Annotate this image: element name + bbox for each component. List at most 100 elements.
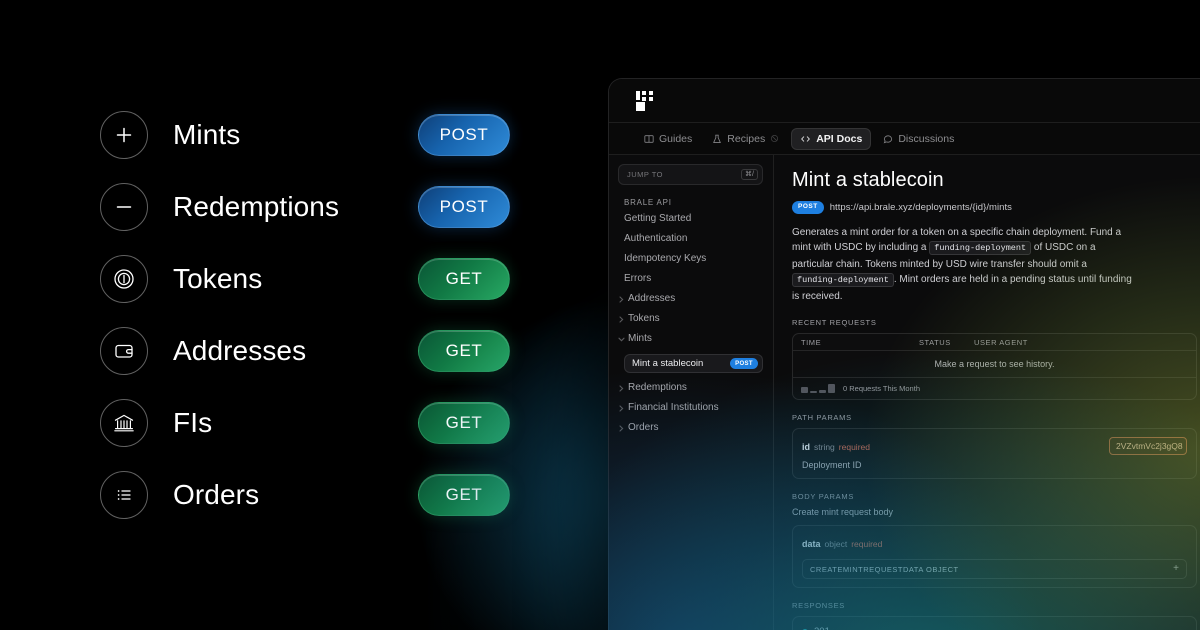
code-brackets-icon bbox=[800, 134, 811, 144]
jump-to-search[interactable]: JUMP TO ⌘/ bbox=[618, 164, 763, 185]
method-pill-post[interactable]: POST bbox=[418, 114, 510, 156]
create-mint-request-data-object[interactable]: CREATEMINTREQUESTDATA OBJECT + bbox=[802, 559, 1187, 579]
chevron-right-icon bbox=[618, 385, 625, 392]
response-code-row: 201 bbox=[802, 626, 846, 630]
sidebar-item-errors[interactable]: Errors bbox=[624, 274, 763, 284]
page-title: Mint a stablecoin bbox=[792, 169, 1197, 192]
sidebar-item-label: Redemptions bbox=[628, 383, 687, 393]
sidebar-item-label: Mints bbox=[628, 334, 652, 344]
tab-label: API Docs bbox=[816, 133, 862, 145]
api-row-label: Redemptions bbox=[173, 191, 339, 223]
chevron-right-icon bbox=[618, 405, 625, 412]
section-label-recent-requests: RECENT REQUESTS bbox=[792, 318, 1197, 327]
body-params-note: Create mint request body bbox=[792, 507, 1197, 517]
section-label-body-params: BODY PARAMS bbox=[792, 492, 1197, 501]
responses-list: 201 Created bbox=[792, 616, 1197, 630]
section-label-path-params: PATH PARAMS bbox=[792, 413, 1197, 422]
section-label-responses: RESPONSES bbox=[792, 601, 1197, 610]
body-param-data: dataobjectrequired CREATEMINTREQUESTDATA… bbox=[792, 525, 1197, 588]
api-row-redemptions[interactable]: Redemptions POST bbox=[100, 183, 510, 231]
code-chip-funding-deployment: funding-deployment bbox=[792, 273, 894, 287]
param-value-input[interactable]: 2VZvtmVc2j3gQ8 bbox=[1109, 437, 1187, 455]
method-badge-post: POST bbox=[730, 358, 758, 369]
param-info: id string required Deployment ID bbox=[802, 437, 870, 470]
table-empty-state: Make a request to see history. bbox=[793, 351, 1196, 378]
minus-circle-icon bbox=[100, 183, 148, 231]
chat-bubble-icon bbox=[883, 134, 893, 144]
method-pill-get[interactable]: GET bbox=[418, 330, 510, 372]
api-docs-window: Guides Recipes API Docs bbox=[608, 78, 1200, 630]
sidebar-item-redemptions[interactable]: Redemptions bbox=[618, 383, 763, 393]
param-name: data bbox=[802, 539, 821, 549]
plus-circle-icon bbox=[100, 111, 148, 159]
tab-discussions[interactable]: Discussions bbox=[875, 128, 962, 150]
param-name: id bbox=[802, 442, 810, 452]
param-head: id string required bbox=[802, 437, 870, 455]
response-item-201[interactable]: 201 Created bbox=[802, 626, 1187, 630]
param-description: Deployment ID bbox=[802, 460, 870, 470]
sidebar-item-label: Orders bbox=[628, 423, 659, 433]
add-field-icon[interactable]: + bbox=[1173, 564, 1179, 574]
sidebar-item-authentication[interactable]: Authentication bbox=[624, 234, 763, 244]
tab-recipes[interactable]: Recipes bbox=[704, 128, 787, 150]
list-icon bbox=[100, 471, 148, 519]
sidebar-item-orders[interactable]: Orders bbox=[618, 423, 763, 433]
tab-label: Discussions bbox=[898, 133, 954, 145]
method-pill-get[interactable]: GET bbox=[418, 402, 510, 444]
docs-main-content: Mint a stablecoin POST https://api.brale… bbox=[774, 155, 1200, 630]
chevron-down-icon bbox=[618, 337, 625, 342]
beaker-badge-icon bbox=[770, 134, 779, 143]
sidebar-item-mint-a-stablecoin[interactable]: Mint a stablecoin POST bbox=[624, 354, 763, 373]
method-pill-get[interactable]: GET bbox=[418, 474, 510, 516]
sidebar-item-label: Tokens bbox=[628, 314, 660, 324]
api-row-tokens[interactable]: Tokens GET bbox=[100, 255, 510, 303]
api-row-label: Mints bbox=[173, 119, 240, 151]
api-row-addresses[interactable]: Addresses GET bbox=[100, 327, 510, 375]
api-row-label: Orders bbox=[173, 479, 259, 511]
sidebar-item-addresses[interactable]: Addresses bbox=[618, 294, 763, 304]
sidebar-group-label: BRALE API bbox=[624, 198, 763, 207]
method-badge-post: POST bbox=[792, 201, 824, 214]
sidebar-item-idempotency-keys[interactable]: Idempotency Keys bbox=[624, 254, 763, 264]
column-header-user-agent: USER AGENT bbox=[974, 338, 1028, 347]
bank-icon bbox=[100, 399, 148, 447]
param-type: string bbox=[814, 442, 835, 452]
api-row-fis[interactable]: FIs GET bbox=[100, 399, 510, 447]
api-row-label: Addresses bbox=[173, 335, 306, 367]
api-resource-list: Mints POST Redemptions POST Tokens GET bbox=[0, 0, 600, 630]
endpoint-description: Generates a mint order for a token on a … bbox=[792, 225, 1137, 305]
method-pill-post[interactable]: POST bbox=[418, 186, 510, 228]
sidebar-item-tokens[interactable]: Tokens bbox=[618, 314, 763, 324]
screenshot-root: Mints POST Redemptions POST Tokens GET bbox=[0, 0, 1200, 630]
expand-icon[interactable] bbox=[1178, 626, 1187, 630]
requests-count-text: 0 Requests This Month bbox=[843, 384, 920, 393]
jump-to-placeholder: JUMP TO bbox=[627, 170, 663, 179]
api-row-mints[interactable]: Mints POST bbox=[100, 111, 510, 159]
api-row-label: FIs bbox=[173, 407, 212, 439]
param-head: dataobjectrequired bbox=[802, 534, 1187, 552]
endpoint-url[interactable]: https://api.brale.xyz/deployments/{id}/m… bbox=[830, 202, 1012, 213]
recent-requests-table: TIME STATUS USER AGENT Make a request to… bbox=[792, 333, 1197, 400]
column-header-status: STATUS bbox=[919, 338, 974, 347]
path-param-id: id string required Deployment ID 2VZvtmVc2… bbox=[792, 428, 1197, 479]
param-required-flag: required bbox=[851, 539, 882, 549]
tab-guides[interactable]: Guides bbox=[636, 128, 700, 150]
api-row-label: Tokens bbox=[173, 263, 262, 295]
sidebar-item-label: Addresses bbox=[628, 294, 675, 304]
param-required-flag: required bbox=[839, 442, 870, 452]
sidebar-item-financial-institutions[interactable]: Financial Institutions bbox=[618, 403, 763, 413]
jump-to-shortcut-kbd: ⌘/ bbox=[741, 169, 758, 180]
method-pill-get[interactable]: GET bbox=[418, 258, 510, 300]
api-row-orders[interactable]: Orders GET bbox=[100, 471, 510, 519]
tab-label: Recipes bbox=[727, 133, 765, 145]
token-circle-icon bbox=[100, 255, 148, 303]
wallet-icon bbox=[100, 327, 148, 375]
sidebar-item-mints[interactable]: Mints bbox=[618, 334, 763, 344]
brale-logo-icon[interactable] bbox=[636, 91, 656, 111]
book-icon bbox=[644, 134, 654, 144]
sidebar-item-label: Mint a stablecoin bbox=[632, 358, 703, 369]
object-label: CREATEMINTREQUESTDATA OBJECT bbox=[810, 565, 959, 574]
sidebar-item-getting-started[interactable]: Getting Started bbox=[624, 214, 763, 224]
sidebar-item-label: Financial Institutions bbox=[628, 403, 719, 413]
tab-api-docs[interactable]: API Docs bbox=[791, 128, 871, 150]
